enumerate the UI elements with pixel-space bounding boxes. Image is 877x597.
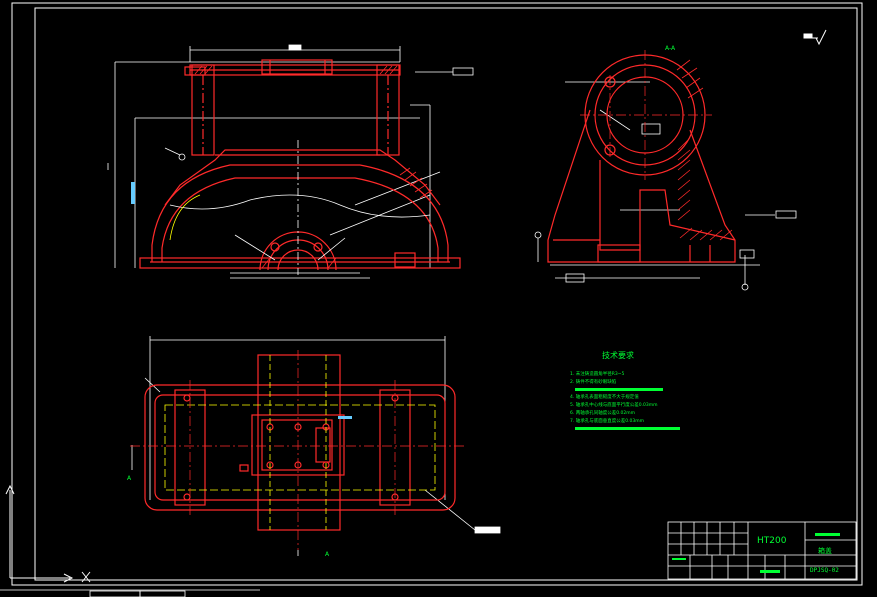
tech-req-item-7: 7. 轴承孔与底面垂直度公差0.03mm (570, 417, 644, 424)
tech-req-item-4: 4. 轴承孔表面粗糙度不大于规定值 (570, 393, 639, 400)
tech-req-item-3-bar (575, 388, 663, 391)
section-view-hatching (676, 59, 733, 241)
ucs-axis-icon (5, 484, 91, 583)
front-view-hatching (194, 65, 433, 269)
view-marker-label: A (127, 475, 132, 482)
tech-req-item-2: 2. 铸件不得有砂眼缺陷 (570, 378, 617, 385)
part-name-label: 箱盖 (818, 546, 832, 555)
section-view-outline (547, 54, 736, 263)
top-view-highlight (338, 416, 352, 419)
section-label: A-A (665, 45, 676, 52)
drawing-frame (11, 2, 863, 586)
drawing-number-label: DPJSQ-02 (810, 567, 839, 574)
section-view-dimensions (534, 81, 797, 291)
section-view[interactable]: A-A (534, 45, 797, 291)
top-view[interactable]: A A (127, 336, 501, 558)
tech-req-item-5: 5. 轴承孔中心线与底面平行度公差0.03mm (570, 401, 658, 408)
roughness-symbol-icon (803, 29, 827, 46)
tech-req-item-1: 1. 未注铸造圆角半径R3~5 (570, 370, 624, 377)
tech-req-item-6: 6. 两轴承孔同轴度公差0.02mm (570, 409, 635, 416)
tech-req-title: 技术要求 (602, 350, 634, 360)
tech-req-underline (575, 427, 680, 430)
front-view-outline (139, 59, 461, 271)
dimension-highlight (131, 182, 135, 204)
cad-drawing-canvas[interactable]: A-A A A 技术要求 1. 未注铸造圆角半径R3~5 2. 铸件不得有砂眼缺… (0, 0, 877, 597)
technical-requirements: 技术要求 1. 未注铸造圆角半径R3~5 2. 铸件不得有砂眼缺陷 4. 轴承孔… (570, 350, 680, 430)
material-label: HT200 (757, 536, 787, 546)
title-block-fill-bar-2 (672, 558, 686, 560)
view-marker-label-bottom: A (325, 551, 330, 558)
front-view[interactable] (107, 44, 474, 279)
layout-tab-strip[interactable] (0, 589, 260, 597)
top-view-centerlines (130, 350, 465, 550)
title-block[interactable]: HT200 箱盖 DPJSQ-02 (667, 521, 857, 580)
top-view-outline (144, 354, 456, 531)
title-block-fill-bar-1 (760, 570, 780, 573)
front-view-break-line (169, 140, 431, 275)
title-block-school-bar (815, 533, 840, 536)
